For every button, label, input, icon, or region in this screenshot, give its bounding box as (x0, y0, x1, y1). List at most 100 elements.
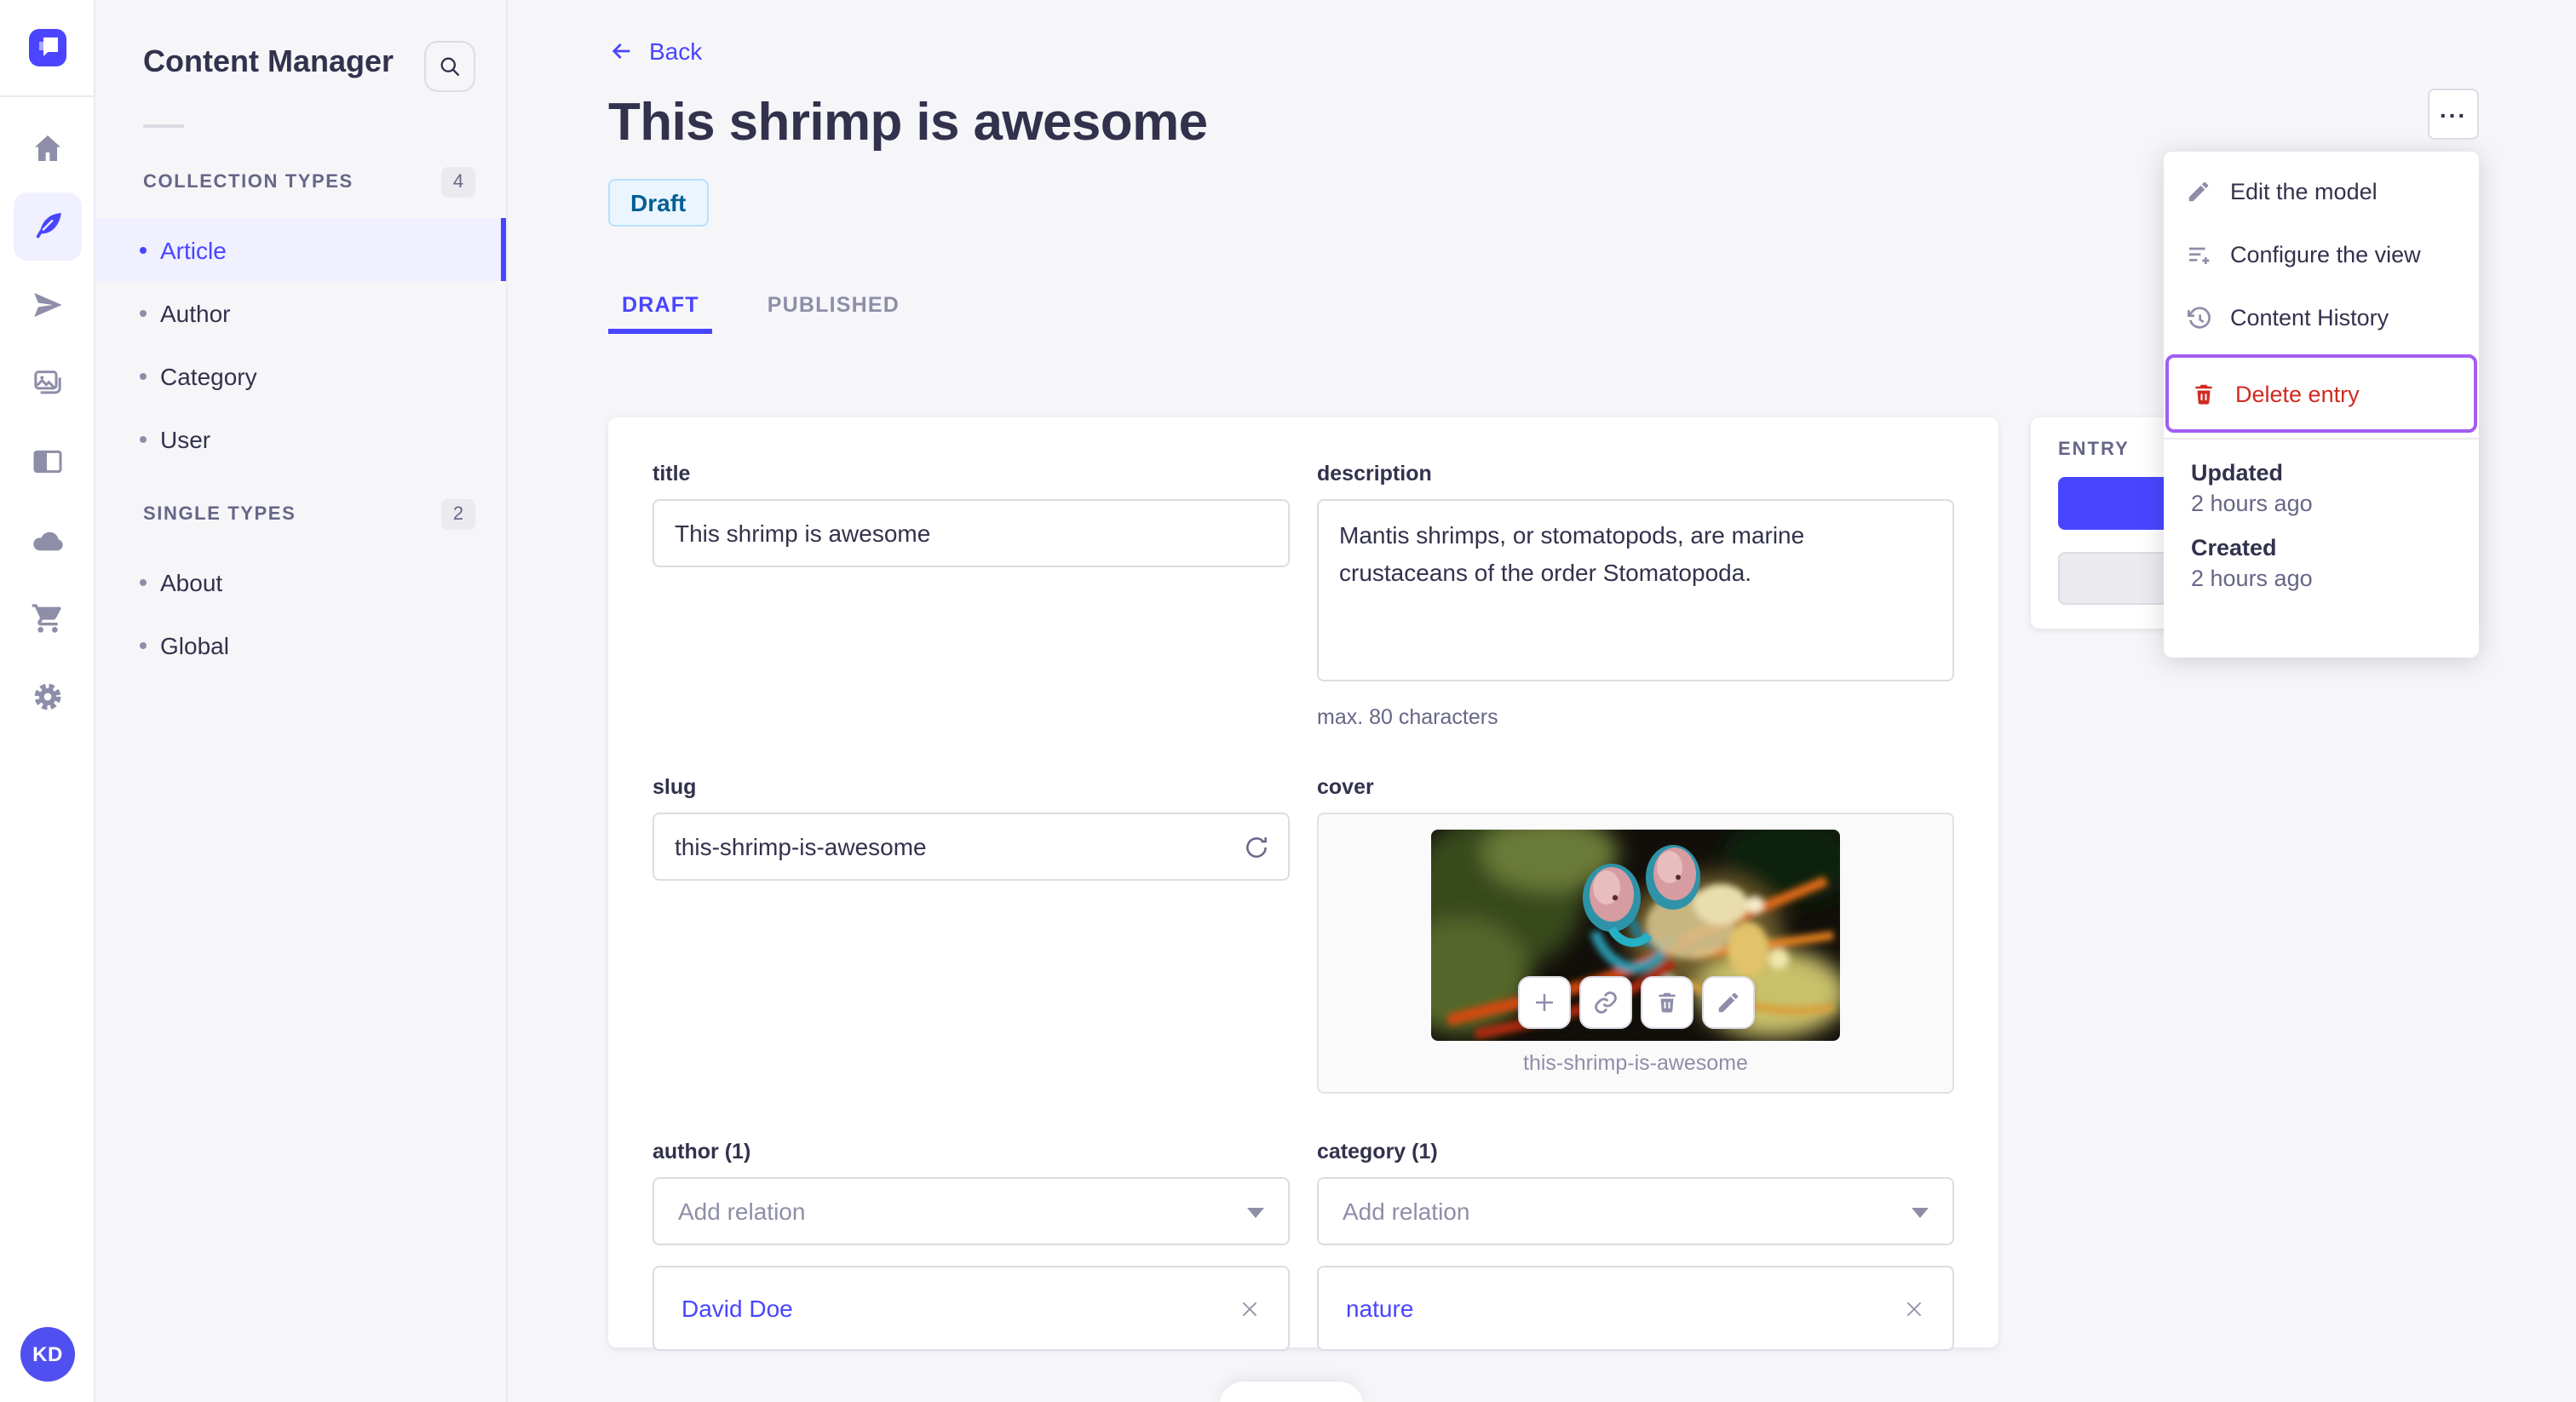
single-types-section: SINGLE TYPES 2 About Global (95, 492, 506, 676)
menu-item-label: Delete entry (2235, 381, 2360, 406)
author-field: author (1) Add relation David Doe (653, 1140, 1290, 1351)
sidebar-title: Content Manager (143, 44, 394, 78)
more-actions-button[interactable]: ... (2428, 89, 2479, 140)
category-relation-combobox[interactable]: Add relation (1317, 1177, 1954, 1245)
slug-input[interactable] (653, 813, 1290, 881)
title-label: title (653, 462, 691, 486)
collection-types-count-badge: 4 (441, 167, 475, 198)
sidebar-item-author[interactable]: Author (95, 281, 506, 344)
cover-widget: this-shrimp-is-awesome (1317, 813, 1954, 1094)
menu-item-configure-the-view[interactable]: Configure the view (2164, 223, 2479, 286)
main-content: Back This shrimp is awesome Draft DRAFT … (508, 0, 2576, 1402)
home-icon[interactable] (14, 114, 82, 182)
bullet-icon (140, 246, 147, 253)
back-label: Back (649, 37, 703, 65)
back-link[interactable]: Back (608, 37, 702, 65)
sidebar-item-about[interactable]: About (95, 550, 506, 613)
category-relation-list: nature (1317, 1266, 1954, 1351)
updated-label: Updated (2191, 460, 2283, 486)
combobox-placeholder: Add relation (678, 1198, 806, 1225)
cloud-icon[interactable] (14, 506, 82, 574)
sidebar-divider (143, 124, 184, 128)
menu-item-label: Edit the model (2230, 179, 2378, 204)
ellipsis-icon: ... (2439, 95, 2468, 123)
collection-types-section: COLLECTION TYPES 4 Article Author Catego… (95, 160, 506, 470)
relation-item-link[interactable]: nature (1346, 1295, 1413, 1322)
slug-field: slug (653, 775, 1290, 1094)
cover-label: cover (1317, 775, 1374, 799)
bullet-icon (140, 435, 147, 442)
transfer-icon[interactable] (14, 271, 82, 339)
relation-item-link[interactable]: David Doe (681, 1295, 793, 1322)
sidebar-item-article[interactable]: Article (95, 218, 506, 281)
menu-item-delete-entry[interactable]: Delete entry (2169, 358, 2474, 429)
bullet-icon (140, 372, 147, 379)
copy-link-icon[interactable] (1578, 976, 1631, 1029)
marketplace-cart-icon[interactable] (14, 584, 82, 652)
sidebar-item-user[interactable]: User (95, 407, 506, 470)
tab-draft[interactable]: DRAFT (608, 279, 713, 334)
description-textarea[interactable]: Mantis shrimps, or stomatopods, are mari… (1317, 499, 1954, 681)
tab-published[interactable]: PUBLISHED (754, 279, 913, 334)
media-library-icon[interactable] (14, 349, 82, 417)
description-helper: max. 80 characters (1317, 705, 1498, 729)
bullet-icon (140, 309, 147, 316)
single-types-count-badge: 2 (441, 499, 475, 530)
sidebar-item-label: Category (160, 362, 257, 389)
sidebar-item-label: Article (160, 236, 227, 263)
pencil-icon (2184, 179, 2213, 204)
edit-form-card: title description Mantis shrimps, or sto… (608, 417, 1998, 1351)
delete-asset-icon[interactable] (1640, 976, 1693, 1029)
chevron-down-icon (1247, 1208, 1264, 1218)
content-manager-icon[interactable] (14, 192, 82, 261)
sidebar-item-label: Author (160, 299, 231, 326)
sidebar-item-label: Global (160, 631, 229, 658)
sidebar-item-category[interactable]: Category (95, 344, 506, 407)
more-actions-menu: Edit the model Configure the view Conten… (2164, 152, 2479, 658)
bullet-icon (140, 641, 147, 648)
single-types-heading: SINGLE TYPES (143, 504, 296, 525)
remove-relation-icon[interactable] (1903, 1297, 1925, 1319)
content-manager-sidebar: Content Manager COLLECTION TYPES 4 Artic… (95, 0, 508, 1402)
trash-icon (2189, 381, 2218, 406)
author-relation-list: David Doe (653, 1266, 1290, 1351)
sidebar-item-label: About (160, 568, 223, 595)
cover-field: cover this-shrimp-is-awesome (1317, 775, 1954, 1094)
edit-asset-icon[interactable] (1701, 976, 1754, 1029)
menu-item-edit-the-model[interactable]: Edit the model (2164, 160, 2479, 223)
category-label: category (1) (1317, 1140, 1438, 1164)
floating-actions-pill[interactable] (1220, 1382, 1363, 1402)
menu-item-content-history[interactable]: Content History (2164, 286, 2479, 349)
arrow-left-icon (612, 43, 630, 59)
sidebar-item-label: User (160, 425, 211, 452)
remove-relation-icon[interactable] (1239, 1297, 1261, 1319)
history-clock-icon (2184, 304, 2213, 331)
updated-value: 2 hours ago (2191, 491, 2313, 516)
author-label: author (1) (653, 1140, 751, 1164)
title-input[interactable] (653, 499, 1290, 567)
add-asset-icon[interactable] (1517, 976, 1570, 1029)
combobox-placeholder: Add relation (1343, 1198, 1470, 1225)
cover-filename: this-shrimp-is-awesome (1523, 1051, 1748, 1075)
keyboard-focus-ring: Delete entry (2165, 354, 2477, 433)
created-label: Created (2191, 535, 2277, 560)
sidebar-item-global[interactable]: Global (95, 613, 506, 676)
user-avatar[interactable]: KD (20, 1327, 75, 1382)
menu-item-label: Configure the view (2230, 242, 2421, 267)
settings-gear-icon[interactable] (14, 663, 82, 731)
title-field: title (653, 462, 1290, 729)
search-icon[interactable] (424, 41, 475, 92)
regenerate-slug-icon[interactable] (1239, 830, 1273, 864)
created-value: 2 hours ago (2191, 566, 2313, 591)
collection-types-heading: COLLECTION TYPES (143, 172, 354, 192)
description-label: description (1317, 462, 1432, 486)
category-field: category (1) Add relation nature (1317, 1140, 1954, 1351)
content-type-builder-icon[interactable] (14, 428, 82, 496)
strapi-logo-icon[interactable] (29, 29, 66, 66)
app-nav-rail: KD (0, 0, 95, 1402)
slug-label: slug (653, 775, 697, 799)
entry-meta: Updated 2 hours ago Created 2 hours ago (2164, 440, 2479, 591)
chevron-down-icon (1912, 1208, 1929, 1218)
author-relation-combobox[interactable]: Add relation (653, 1177, 1290, 1245)
status-badge: Draft (608, 179, 709, 227)
